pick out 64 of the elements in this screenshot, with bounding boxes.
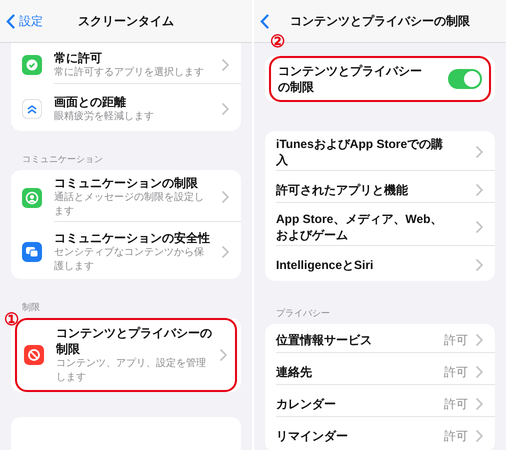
back-button[interactable] (260, 14, 269, 28)
row-subtitle: 眼精疲労を軽減します (54, 110, 155, 124)
chevron-icon (476, 430, 483, 442)
row-title: リマインダー (276, 428, 349, 444)
row-title: コンテンツとプライバシーの制限 (278, 63, 423, 95)
chevron-icon (476, 259, 483, 271)
settings-row[interactable]: カレンダー 許可 (265, 388, 495, 420)
settings-row[interactable]: リマインダー 許可 (265, 420, 495, 450)
row-title: 常に許可 (54, 50, 103, 66)
double-chevron-up-icon (22, 99, 42, 119)
section-header: プライバシー (275, 307, 331, 319)
toggle-switch[interactable] (448, 69, 482, 89)
chevron-icon (222, 246, 229, 258)
chevron-icon (476, 221, 483, 233)
screen-title: コンテンツとプライバシーの制限 (290, 13, 470, 30)
screen-title: スクリーンタイム (78, 13, 174, 30)
back-button[interactable]: 設定 (6, 12, 43, 30)
row-title: iTunesおよびApp Storeでの購入 (276, 136, 444, 168)
chevron-icon (222, 58, 229, 70)
row-title: コミュニケーションの安全性 (54, 230, 211, 246)
row-value: 許可 (444, 428, 468, 445)
prohibited-icon (24, 345, 44, 365)
row-title: コンテンツとプライバシーの制限 (56, 325, 213, 357)
row-subtitle: コンテンツ、アプリ、設定を管理します (56, 357, 207, 385)
chevron-icon (476, 184, 483, 196)
section-header: 制限 (21, 301, 41, 313)
chevron-icon (476, 366, 483, 378)
row-subtitle: センシティブなコンテンツから保護します (54, 246, 205, 274)
chevron-icon (476, 334, 483, 346)
row-title: 画面との距離 (54, 94, 127, 110)
back-chevron-icon (6, 14, 15, 28)
chevron-icon (476, 146, 483, 158)
row-subtitle: 通話とメッセージの制限を設定します (54, 191, 205, 219)
settings-row[interactable]: 画面との距離 眼精疲労を軽減します (11, 87, 241, 131)
row-title: コミュニケーションの制限 (54, 175, 199, 191)
settings-row[interactable]: App Store、メディア、Web、およびゲーム (265, 206, 495, 249)
chat-bubbles-icon (22, 242, 42, 262)
chevron-icon (222, 191, 229, 203)
step-marker: ② (270, 33, 285, 50)
row-title: 連絡先 (276, 364, 313, 380)
settings-row[interactable]: コミュニケーションの安全性 センシティブなコンテンツから保護します (11, 225, 241, 279)
row-subtitle: 常に許可するアプリを選択します (54, 66, 205, 80)
settings-row[interactable]: 常に許可 常に許可するアプリを選択します (11, 43, 241, 87)
settings-row[interactable]: コミュニケーションの制限 通話とメッセージの制限を設定します (11, 170, 241, 225)
settings-row[interactable]: iTunesおよびApp Storeでの購入 (265, 131, 495, 174)
row-title: IntelligenceとSiri (276, 257, 374, 273)
row-title: カレンダー (276, 396, 337, 412)
chevron-icon (220, 349, 227, 361)
settings-row[interactable]: IntelligenceとSiri (265, 249, 495, 281)
settings-row[interactable]: 許可されたアプリと機能 (265, 174, 495, 206)
row-title: 許可されたアプリと機能 (276, 182, 409, 198)
row-title: 位置情報サービス (276, 332, 373, 348)
settings-row[interactable]: 連絡先 許可 (265, 356, 495, 388)
row-value: 許可 (444, 396, 468, 412)
settings-row[interactable]: 位置情報サービス 許可 (265, 324, 495, 356)
section-header: コミュニケーション (21, 153, 104, 165)
settings-row[interactable]: コンテンツとプライバシーの制限 (267, 58, 493, 100)
row-value: 許可 (444, 364, 468, 380)
back-chevron-icon (260, 14, 269, 28)
shield-check-icon (22, 55, 42, 75)
row-value: 許可 (444, 332, 468, 348)
chevron-icon (476, 398, 483, 410)
chevron-icon (222, 103, 229, 115)
row-title: App Store、メディア、Web、およびゲーム (276, 211, 444, 243)
